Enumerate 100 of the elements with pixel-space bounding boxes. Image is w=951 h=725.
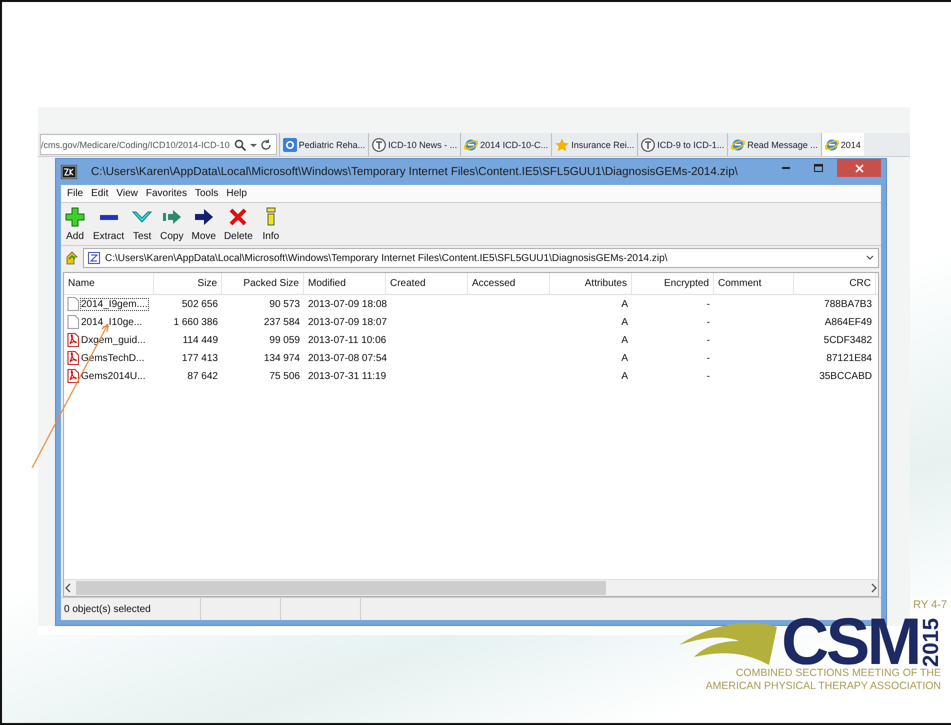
table-cell-text: 2013-07-09 18:08 [307, 298, 386, 312]
toolbar-button[interactable]: Info [258, 207, 283, 242]
scroll-left-icon [64, 583, 72, 593]
status-text: 0 object(s) selected [61, 598, 201, 620]
file-name-cell[interactable]: 2014_I9gem.... [64, 295, 154, 313]
table-cell-text: 788BA7B3 [823, 298, 873, 312]
table-cell-text: 1 660 386 [172, 316, 219, 330]
browser-tab[interactable]: Pediatric Reha... [278, 133, 368, 156]
minimize-icon [782, 166, 790, 170]
slide-date-text: RY 4-7 [913, 599, 947, 611]
table-cell-text: 2013-07-31 11:19 [307, 370, 386, 384]
table-cell-text: - [706, 316, 711, 330]
globe-icon [731, 138, 746, 152]
table-cell-text: 87 642 [186, 370, 219, 384]
table-cell-text: - [706, 334, 711, 348]
close-icon [854, 164, 864, 172]
address-bar[interactable]: /cms.gov/Medicare/Coding/ICD10/2014-ICD-10 [40, 134, 277, 155]
pdf-file-icon [67, 333, 79, 347]
search-icon [234, 138, 246, 150]
plus-icon [65, 207, 85, 227]
table-cell-text: A [620, 316, 629, 330]
star-icon [555, 138, 570, 152]
table-cell-text: 5CDF3482 [822, 334, 873, 348]
table-cell-text: 502 656 [180, 298, 219, 312]
pdf-file-icon [67, 351, 79, 365]
toolbar-button[interactable]: Move [189, 207, 218, 242]
table-cell-text: A [620, 334, 629, 348]
column-header[interactable]: Packed Size [222, 273, 304, 294]
column-header[interactable]: Encrypted [632, 273, 714, 294]
table-cell-text: 75 506 [268, 370, 301, 384]
window-title: C:\Users\Karen\AppData\Local\Microsoft\Windows\Temporary Internet Files\Content.IE5\SFL5GUU1\DiagnosisGEMs-2014.zip\ [91, 166, 739, 178]
table-cell-text: A [620, 352, 629, 366]
file-icon [67, 315, 79, 329]
tagline: AMERICAN PHYSICAL THERAPY ASSOCIATION [706, 680, 941, 693]
table-cell-text: 134 974 [262, 352, 301, 366]
pdf-file-icon [67, 369, 79, 383]
scroll-right-icon [870, 583, 878, 593]
browser-tab[interactable]: Read Message ... [727, 133, 821, 156]
minus-icon [100, 215, 118, 220]
globe-icon [824, 138, 839, 152]
browser-tab[interactable]: ICD-10 News - ... [368, 133, 460, 156]
table-cell-text: 177 413 [180, 352, 219, 366]
table-cell-text: - [706, 298, 711, 312]
table-cell-text: 2013-07-08 07:54 [307, 352, 386, 366]
toolbar-button[interactable]: Delete [222, 207, 255, 242]
arrow-icon [194, 207, 214, 227]
globe-icon [464, 138, 478, 152]
table-cell-text: 35BCCABD [818, 370, 873, 384]
toolbar-button[interactable]: Copy [158, 207, 186, 242]
toolbar-button[interactable]: Extract [91, 207, 126, 242]
table-cell-text: 90 573 [268, 298, 301, 312]
column-header[interactable]: CRC [794, 273, 876, 294]
file-name-cell[interactable]: Gems2014U... [64, 367, 154, 385]
table-cell-text: A [620, 370, 629, 384]
address-text: /cms.gov/Medicare/Coding/ICD10/2014-ICD-10 [41, 140, 230, 150]
column-header[interactable]: Comment [714, 273, 794, 294]
column-header[interactable]: Name [64, 273, 154, 294]
menu-item[interactable]: File [67, 188, 84, 199]
app-icon [61, 165, 77, 179]
table-cell-text: 87121E84 [825, 352, 873, 366]
column-header[interactable]: Attributes [550, 273, 632, 294]
table-cell-text: 2013-07-09 18:07 [307, 316, 386, 330]
menu-item[interactable]: Help [226, 188, 247, 199]
browser-tab[interactable]: 2014 [820, 133, 864, 156]
browser-tab[interactable]: ICD-9 to ICD-1... [637, 133, 728, 156]
refresh-icon [260, 138, 272, 150]
arrow-icon [162, 207, 182, 227]
table-cell-text: A [620, 298, 629, 312]
toolbar-button[interactable]: Test [130, 207, 154, 242]
browser-tab[interactable]: 2014 ICD-10-C... [460, 133, 552, 156]
table-cell-text: - [706, 370, 711, 384]
browser-tab[interactable]: Insurance Rei... [551, 133, 638, 156]
logo-text: CSM [781, 615, 919, 667]
dropdown-icon [866, 255, 874, 261]
archive-icon [88, 252, 100, 264]
column-header[interactable]: Size [154, 273, 222, 294]
table-cell-text: - [706, 352, 711, 366]
maximize-icon [814, 164, 822, 172]
logo-year: 2015 [921, 618, 941, 667]
column-header[interactable]: Accessed [468, 273, 550, 294]
scrollbar-thumb[interactable] [76, 581, 606, 595]
file-name-cell[interactable]: 2014_I10ge... [64, 313, 154, 331]
menu-item[interactable]: View [116, 188, 138, 199]
file-icon [67, 297, 79, 311]
path-field[interactable]: C:\Users\Karen\AppData\Local\Microsoft\Windows\Temporary Internet Files\Content.IE5\SFL5GUU1\DiagnosisGEMs-2014.zip\ [83, 248, 879, 268]
column-header[interactable]: Modified [304, 273, 386, 294]
menu-item[interactable]: Favorites [146, 188, 187, 199]
tagline: COMBINED SECTIONS MEETING OF THE [736, 667, 941, 680]
table-cell-text: 99 059 [268, 334, 301, 348]
up-folder-icon [65, 251, 79, 265]
table-cell-text: 237 584 [262, 316, 301, 330]
toolbar-button[interactable]: Add [63, 207, 87, 242]
close-button[interactable] [837, 159, 881, 177]
table-cell-text: 2013-07-11 10:06 [307, 334, 386, 348]
menu-item[interactable]: Edit [91, 188, 108, 199]
table-cell-text: 114 449 [182, 334, 219, 348]
table-cell-text: A864EF49 [824, 316, 873, 330]
menu-item[interactable]: Tools [194, 188, 218, 199]
column-header[interactable]: Created [386, 273, 468, 294]
delete-icon [228, 207, 248, 227]
